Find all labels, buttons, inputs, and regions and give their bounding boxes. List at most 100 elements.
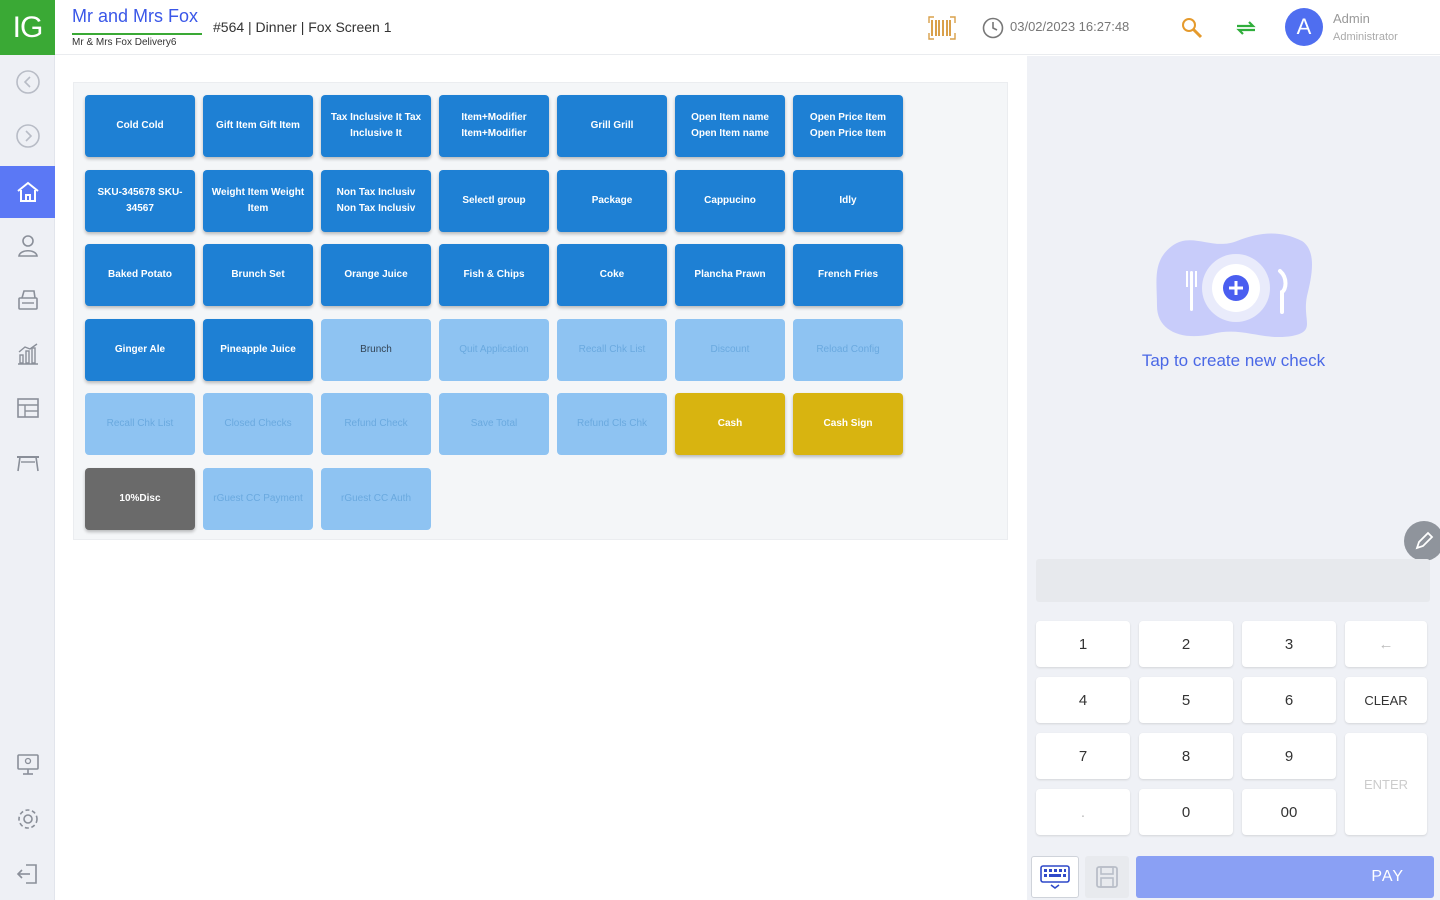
menu-tile[interactable]: 10%Disc bbox=[85, 468, 195, 530]
menu-tile[interactable]: Non Tax Inclusiv Non Tax Inclusiv bbox=[321, 170, 431, 232]
menu-tile[interactable]: Package bbox=[557, 170, 667, 232]
back-button[interactable] bbox=[0, 56, 55, 108]
numpad-entry-field[interactable] bbox=[1036, 559, 1430, 602]
menu-grid: Cold Cold Gift Item Gift Item Tax Inclusiv… bbox=[73, 82, 1008, 540]
key-9[interactable]: 9 bbox=[1242, 733, 1336, 779]
new-check-illustration[interactable] bbox=[1152, 226, 1317, 346]
create-check-hint[interactable]: Tap to create new check bbox=[1027, 351, 1440, 371]
sync-icon bbox=[1236, 21, 1256, 35]
menu-tile[interactable]: Plancha Prawn bbox=[675, 244, 785, 306]
store-subtitle: Mr & Mrs Fox Delivery6 bbox=[72, 33, 202, 48]
menu-tile[interactable]: French Fries bbox=[793, 244, 903, 306]
table-layout-icon bbox=[16, 398, 39, 418]
search-button[interactable] bbox=[1177, 13, 1207, 43]
key-8[interactable]: 8 bbox=[1139, 733, 1233, 779]
menu-tile[interactable]: Coke bbox=[557, 244, 667, 306]
clear-key[interactable]: CLEAR bbox=[1345, 677, 1427, 723]
key-5[interactable]: 5 bbox=[1139, 677, 1233, 723]
store-name[interactable]: Mr and Mrs Fox bbox=[72, 6, 198, 27]
menu-tile[interactable]: Baked Potato bbox=[85, 244, 195, 306]
logout-icon bbox=[16, 864, 37, 884]
reports-icon bbox=[17, 343, 38, 365]
dot-key[interactable]: . bbox=[1036, 789, 1130, 835]
sidebar-item-register[interactable] bbox=[0, 274, 55, 326]
key-7[interactable]: 7 bbox=[1036, 733, 1130, 779]
menu-tile[interactable]: Weight Item Weight Item bbox=[203, 170, 313, 232]
key-0[interactable]: 0 bbox=[1139, 789, 1233, 835]
menu-tile[interactable]: Idly bbox=[793, 170, 903, 232]
sidebar-item-screen[interactable] bbox=[0, 738, 55, 790]
menu-tile[interactable]: Item+Modifier Item+Modifier bbox=[439, 95, 549, 157]
key-6[interactable]: 6 bbox=[1242, 677, 1336, 723]
keyboard-icon bbox=[1040, 865, 1070, 889]
sidebar-item-settings[interactable] bbox=[0, 793, 55, 845]
sidebar-item-logout[interactable] bbox=[0, 848, 55, 900]
order-info: #564 | Dinner | Fox Screen 1 bbox=[213, 19, 392, 35]
sidebar: IG bbox=[0, 0, 55, 900]
home-icon bbox=[16, 181, 39, 202]
edit-button[interactable] bbox=[1404, 521, 1440, 561]
menu-tile[interactable]: Cash bbox=[675, 393, 785, 455]
register-icon bbox=[17, 290, 38, 310]
menu-tile[interactable]: Pineapple Juice bbox=[203, 319, 313, 381]
barcode-button[interactable] bbox=[927, 13, 957, 43]
menu-tile[interactable]: Open Item name Open Item name bbox=[675, 95, 785, 157]
sidebar-item-layout[interactable] bbox=[0, 382, 55, 434]
sidebar-item-reports[interactable] bbox=[0, 328, 55, 380]
menu-tile[interactable]: Tax Inclusive It Tax Inclusive It bbox=[321, 95, 431, 157]
menu-tile[interactable]: Refund Cls Chk bbox=[557, 393, 667, 455]
menu-tile[interactable]: Ginger Ale bbox=[85, 319, 195, 381]
sidebar-item-users[interactable] bbox=[0, 220, 55, 272]
menu-tile[interactable]: SKU-345678 SKU-34567 bbox=[85, 170, 195, 232]
clock-icon-wrap bbox=[978, 13, 1008, 43]
pencil-icon bbox=[1415, 531, 1434, 550]
menu-tile[interactable]: rGuest CC Payment bbox=[203, 468, 313, 530]
sync-button[interactable] bbox=[1231, 13, 1261, 43]
backspace-key[interactable]: ← bbox=[1345, 621, 1427, 667]
menu-tile[interactable]: Quit Application bbox=[439, 319, 549, 381]
save-icon bbox=[1096, 866, 1118, 888]
table-icon bbox=[16, 456, 39, 472]
save-button[interactable] bbox=[1085, 856, 1129, 898]
menu-tile[interactable]: Recall Chk List bbox=[85, 393, 195, 455]
enter-key[interactable]: ENTER bbox=[1345, 733, 1427, 835]
menu-tile[interactable]: Cappucino bbox=[675, 170, 785, 232]
forward-circle-icon bbox=[15, 124, 40, 148]
menu-tile[interactable]: Recall Chk List bbox=[557, 319, 667, 381]
user-icon bbox=[17, 235, 38, 257]
menu-tile[interactable]: rGuest CC Auth bbox=[321, 468, 431, 530]
menu-tile[interactable]: Fish & Chips bbox=[439, 244, 549, 306]
sidebar-item-home[interactable] bbox=[0, 166, 55, 218]
key-00[interactable]: 00 bbox=[1242, 789, 1336, 835]
menu-tile[interactable]: Discount bbox=[675, 319, 785, 381]
menu-tile[interactable]: Selectl group bbox=[439, 170, 549, 232]
menu-tile[interactable]: Cold Cold bbox=[85, 95, 195, 157]
screen-icon bbox=[16, 754, 39, 775]
key-4[interactable]: 4 bbox=[1036, 677, 1130, 723]
back-circle-icon bbox=[15, 70, 40, 94]
sidebar-item-tables[interactable] bbox=[0, 436, 55, 488]
menu-tile[interactable]: Refund Check bbox=[321, 393, 431, 455]
top-header: Mr and Mrs Fox Mr & Mrs Fox Delivery6 #5… bbox=[55, 0, 1440, 55]
keyboard-button[interactable] bbox=[1031, 856, 1079, 898]
menu-tile[interactable]: Orange Juice bbox=[321, 244, 431, 306]
key-2[interactable]: 2 bbox=[1139, 621, 1233, 667]
menu-tile[interactable]: Closed Checks bbox=[203, 393, 313, 455]
key-1[interactable]: 1 bbox=[1036, 621, 1130, 667]
menu-tile[interactable]: Brunch Set bbox=[203, 244, 313, 306]
menu-tile[interactable]: Open Price Item Open Price Item bbox=[793, 95, 903, 157]
menu-tile[interactable]: Cash Sign bbox=[793, 393, 903, 455]
menu-tile[interactable]: Reload Config bbox=[793, 319, 903, 381]
menu-tile[interactable]: Grill Grill bbox=[557, 95, 667, 157]
gear-icon bbox=[17, 809, 38, 829]
menu-tile[interactable]: Brunch bbox=[321, 319, 431, 381]
avatar[interactable]: A bbox=[1285, 8, 1323, 46]
pay-button[interactable]: PAY bbox=[1136, 856, 1434, 898]
menu-tile[interactable]: Gift Item Gift Item bbox=[203, 95, 313, 157]
user-role: Administrator bbox=[1333, 31, 1398, 43]
menu-tile[interactable]: Save Total bbox=[439, 393, 549, 455]
app-logo: IG bbox=[0, 0, 55, 55]
forward-button[interactable] bbox=[0, 110, 55, 162]
key-3[interactable]: 3 bbox=[1242, 621, 1336, 667]
datetime: 03/02/2023 16:27:48 bbox=[1010, 19, 1130, 34]
